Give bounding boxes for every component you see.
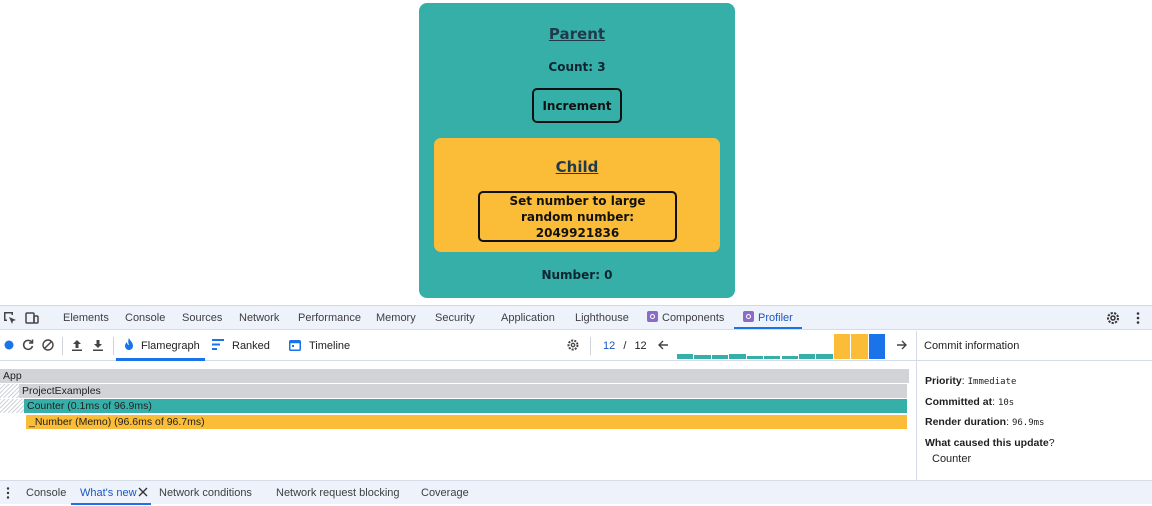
drawer-tab-network-conditions[interactable]: Network conditions <box>159 481 252 505</box>
commit-info-title: Commit information <box>917 331 1152 361</box>
profiler-settings-icon[interactable] <box>566 338 580 352</box>
commit-bar[interactable] <box>764 356 781 359</box>
tab-profiler-label: Profiler <box>758 312 793 324</box>
priority-info: Priority: Immediate <box>925 375 1017 387</box>
drawer-tab-console[interactable]: Console <box>26 481 66 505</box>
commit-bar[interactable] <box>816 354 833 359</box>
tab-performance[interactable]: Performance <box>298 306 361 330</box>
commit-current: 12 <box>603 340 616 352</box>
commit-info-panel: Commit information Priority: Immediate C… <box>916 331 1152 480</box>
view-tab-ranked-label: Ranked <box>232 340 270 352</box>
close-icon[interactable] <box>138 481 148 505</box>
committed-value: 10s <box>997 398 1015 408</box>
tab-components-label: Components <box>662 312 725 324</box>
commit-separator: / <box>623 340 627 352</box>
reload-icon[interactable] <box>21 338 35 352</box>
upload-icon[interactable] <box>70 338 84 352</box>
view-tab-ranked[interactable]: Ranked <box>212 331 270 361</box>
flame-row-app[interactable]: App <box>0 369 909 383</box>
more-vertical-icon[interactable] <box>1130 310 1146 326</box>
commit-bar[interactable] <box>677 354 694 359</box>
commit-selector-chart[interactable] <box>677 334 885 359</box>
commit-bar[interactable] <box>833 334 851 359</box>
tab-console[interactable]: Console <box>125 306 165 330</box>
react-icon <box>743 311 754 322</box>
flamegraph: App ProjectExamples Counter (0.1ms of 96… <box>0 362 916 480</box>
child-component: Child Set number to large random number:… <box>434 138 720 252</box>
render-label: Render duration <box>925 416 1007 428</box>
settings-gear-icon[interactable] <box>1105 310 1121 326</box>
flame-row-spacer <box>0 399 24 413</box>
commit-bar[interactable] <box>868 334 885 359</box>
download-icon[interactable] <box>91 338 105 352</box>
tab-sources[interactable]: Sources <box>182 306 222 330</box>
next-commit-arrow-icon[interactable] <box>895 338 909 352</box>
calendar-icon <box>289 333 301 363</box>
commit-bar[interactable] <box>746 356 764 359</box>
view-tab-flamegraph-label: Flamegraph <box>141 340 200 352</box>
commit-bar[interactable] <box>711 355 729 359</box>
parent-component: Parent Count: 3 Increment Child Set numb… <box>419 3 735 298</box>
active-tab-indicator <box>734 327 802 329</box>
active-view-indicator <box>116 358 205 361</box>
set-number-button[interactable]: Set number to large random number: 20499… <box>478 191 677 242</box>
flame-row-number-memo[interactable]: _Number (Memo) (96.6ms of 96.7ms) <box>26 415 907 429</box>
profiler-toolbar: Flamegraph Ranked Timeline 12 / 12 <box>0 331 916 361</box>
cause-info: What caused this update? <box>925 437 1055 449</box>
priority-value: Immediate <box>967 377 1017 387</box>
cause-value[interactable]: Counter <box>932 453 971 465</box>
inspect-element-icon[interactable] <box>2 310 18 326</box>
commit-bar[interactable] <box>798 354 816 359</box>
render-value: 96.9ms <box>1011 418 1045 428</box>
active-drawer-tab-indicator <box>71 503 151 505</box>
drawer-tabbar: Console What's new Network conditions Ne… <box>0 480 1152 505</box>
react-icon <box>647 311 658 322</box>
record-icon[interactable] <box>2 338 16 352</box>
drawer-menu-icon[interactable] <box>0 485 16 501</box>
commit-total: 12 <box>634 340 647 352</box>
view-tab-flamegraph[interactable]: Flamegraph <box>123 331 200 361</box>
tab-application[interactable]: Application <box>501 306 555 330</box>
child-title: Child <box>555 158 599 176</box>
toolbar-divider <box>113 337 114 355</box>
committed-info: Committed at: 10s <box>925 396 1015 408</box>
commit-counter: 12 / 12 <box>603 331 647 361</box>
cause-label: What caused this update <box>925 437 1049 449</box>
tab-security[interactable]: Security <box>435 306 475 330</box>
tab-network[interactable]: Network <box>239 306 279 330</box>
number-text: Number: 0 <box>541 268 613 282</box>
prev-commit-arrow-icon[interactable] <box>656 338 670 352</box>
committed-label: Committed at <box>925 396 993 408</box>
commit-bar[interactable] <box>729 354 746 359</box>
flame-row-spacer <box>0 384 19 398</box>
tab-memory[interactable]: Memory <box>376 306 416 330</box>
view-tab-timeline-label: Timeline <box>309 340 351 352</box>
ranked-bars-icon <box>212 332 224 362</box>
tab-lighthouse[interactable]: Lighthouse <box>575 306 629 330</box>
commit-bar[interactable] <box>851 334 868 359</box>
drawer-tab-whats-new[interactable]: What's new <box>80 481 137 505</box>
priority-label: Priority <box>925 375 962 387</box>
clear-icon[interactable] <box>41 338 55 352</box>
devtools-panel: Elements Console Sources Network Perform… <box>0 305 1152 505</box>
render-duration-info: Render duration: 96.9ms <box>925 416 1045 428</box>
app-preview: Parent Count: 3 Increment Child Set numb… <box>0 0 1152 305</box>
device-toolbar-icon[interactable] <box>24 310 40 326</box>
count-text: Count: 3 <box>548 60 606 74</box>
flame-row-counter[interactable]: Counter (0.1ms of 96.9ms) <box>24 399 907 413</box>
devtools-tabbar: Elements Console Sources Network Perform… <box>0 306 1152 330</box>
flame-row-projectexamples[interactable]: ProjectExamples <box>19 384 907 398</box>
drawer-tab-coverage[interactable]: Coverage <box>421 481 469 505</box>
increment-button[interactable]: Increment <box>532 88 622 123</box>
parent-title: Parent <box>548 25 606 43</box>
tab-components[interactable]: Components <box>647 306 724 330</box>
toolbar-divider <box>62 337 63 355</box>
toolbar-divider <box>590 337 591 355</box>
commit-bar[interactable] <box>781 356 798 359</box>
tab-elements[interactable]: Elements <box>63 306 109 330</box>
commit-bar[interactable] <box>694 355 711 359</box>
drawer-tab-network-request-blocking[interactable]: Network request blocking <box>276 481 400 505</box>
view-tab-timeline[interactable]: Timeline <box>289 331 350 361</box>
